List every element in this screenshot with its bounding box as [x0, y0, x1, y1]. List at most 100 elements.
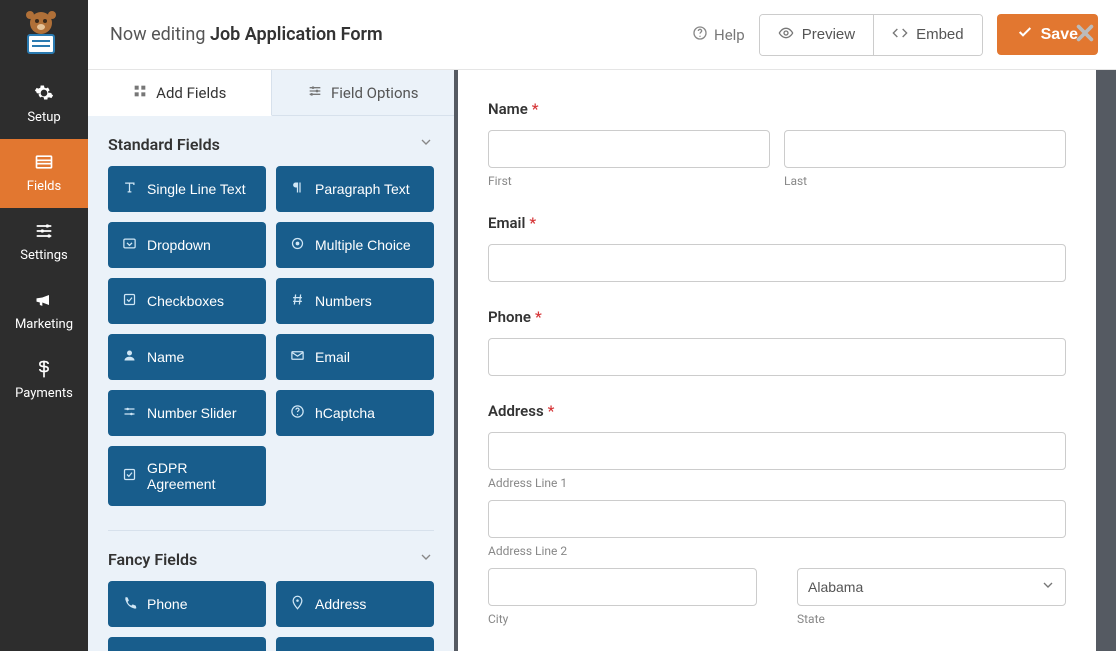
person-icon — [122, 348, 137, 366]
text-icon — [122, 180, 137, 198]
field-button-numbers[interactable]: Numbers — [276, 278, 434, 324]
check-icon — [122, 467, 137, 485]
sidebar-label: Fields — [27, 179, 61, 194]
field-button-dropdown[interactable]: Dropdown — [108, 222, 266, 268]
field-button-file-upload[interactable]: File Upload — [276, 637, 434, 651]
sidebar-item-fields[interactable]: Fields — [0, 139, 88, 208]
field-button-label: Paragraph Text — [315, 181, 410, 197]
field-button-single-line-text[interactable]: Single Line Text — [108, 166, 266, 212]
sublabel-first: First — [488, 174, 770, 188]
phone-input[interactable] — [488, 338, 1066, 376]
main-sidebar: Setup Fields Settings Marketing Payments — [0, 0, 88, 651]
sidebar-label: Marketing — [15, 317, 73, 332]
field-button-label: Multiple Choice — [315, 237, 411, 253]
field-button-name[interactable]: Name — [108, 334, 266, 380]
sidebar-item-settings[interactable]: Settings — [0, 208, 88, 277]
field-address[interactable]: Address * Address Line 1 Address Line 2 … — [488, 402, 1066, 626]
check-icon — [1017, 24, 1033, 45]
paragraph-icon — [290, 180, 305, 198]
chevron-down-icon — [418, 549, 434, 569]
field-button-label: Address — [315, 596, 366, 612]
field-button-label: Checkboxes — [147, 293, 224, 309]
sidebar-item-payments[interactable]: Payments — [0, 346, 88, 415]
field-name[interactable]: Name * First Last — [488, 100, 1066, 188]
sidebar-label: Payments — [15, 386, 73, 401]
required-indicator: * — [532, 100, 539, 118]
first-name-input[interactable] — [488, 130, 770, 168]
field-button-multiple-choice[interactable]: Multiple Choice — [276, 222, 434, 268]
section-standard-fields[interactable]: Standard Fields — [108, 116, 434, 166]
field-button-number-slider[interactable]: Number Slider — [108, 390, 266, 436]
email-input[interactable] — [488, 244, 1066, 282]
last-name-input[interactable] — [784, 130, 1066, 168]
tab-field-options[interactable]: Field Options — [272, 70, 455, 116]
help-icon — [692, 25, 708, 45]
field-button-label: hCaptcha — [315, 405, 375, 421]
field-button-label: Single Line Text — [147, 181, 246, 197]
required-indicator: * — [548, 402, 555, 420]
required-indicator: * — [535, 308, 542, 326]
address-line2-input[interactable] — [488, 500, 1066, 538]
embed-button[interactable]: Embed — [873, 15, 982, 55]
sidebar-item-marketing[interactable]: Marketing — [0, 277, 88, 346]
pin-icon — [290, 595, 305, 613]
preview-embed-group: Preview Embed — [759, 14, 983, 56]
field-button-label: Number Slider — [147, 405, 236, 421]
field-button-email[interactable]: Email — [276, 334, 434, 380]
field-button-label: Dropdown — [147, 237, 211, 253]
section-fancy-fields[interactable]: Fancy Fields — [108, 531, 434, 581]
sublabel-city: City — [488, 612, 757, 626]
eye-icon — [778, 25, 794, 45]
field-button-paragraph-text[interactable]: Paragraph Text — [276, 166, 434, 212]
envelope-icon — [290, 348, 305, 366]
topbar: Now editing Job Application Form Help Pr… — [88, 0, 1116, 70]
help-icon — [290, 404, 305, 422]
scrollbar[interactable] — [1096, 70, 1116, 651]
city-input[interactable] — [488, 568, 757, 606]
hash-icon — [290, 292, 305, 310]
bullhorn-icon — [33, 289, 55, 311]
slider-icon — [122, 404, 137, 422]
field-button-address[interactable]: Address — [276, 581, 434, 627]
field-button-gdpr-agreement[interactable]: GDPR Agreement — [108, 446, 266, 506]
field-button-label: GDPR Agreement — [147, 460, 252, 492]
dropdown-icon — [122, 236, 137, 254]
chevron-down-icon — [418, 134, 434, 154]
preview-button[interactable]: Preview — [760, 15, 873, 55]
gear-icon — [33, 82, 55, 104]
fields-panel: Add Fields Field Options Standard Fields… — [88, 70, 458, 651]
field-button-date-time[interactable]: Date / Time — [108, 637, 266, 651]
field-phone[interactable]: Phone * — [488, 308, 1066, 376]
field-button-phone[interactable]: Phone — [108, 581, 266, 627]
check-icon — [122, 292, 137, 310]
sublabel-line2: Address Line 2 — [488, 544, 1066, 558]
code-icon — [892, 25, 908, 45]
required-indicator: * — [529, 214, 536, 232]
close-button[interactable] — [1074, 22, 1096, 48]
field-button-checkboxes[interactable]: Checkboxes — [108, 278, 266, 324]
tab-add-fields[interactable]: Add Fields — [88, 70, 272, 116]
help-link[interactable]: Help — [692, 25, 745, 45]
field-email[interactable]: Email * — [488, 214, 1066, 282]
field-button-hcaptcha[interactable]: hCaptcha — [276, 390, 434, 436]
sidebar-label: Settings — [20, 248, 67, 263]
sidebar-item-setup[interactable]: Setup — [0, 70, 88, 139]
sublabel-last: Last — [784, 174, 1066, 188]
state-select[interactable]: Alabama — [797, 568, 1066, 606]
radio-icon — [290, 236, 305, 254]
sidebar-label: Setup — [27, 110, 60, 125]
field-button-label: Numbers — [315, 293, 372, 309]
field-button-label: Email — [315, 349, 350, 365]
grid-icon — [33, 151, 55, 173]
dollar-icon — [33, 358, 55, 380]
address-line1-input[interactable] — [488, 432, 1066, 470]
sliders-icon — [33, 220, 55, 242]
sublabel-state: State — [797, 612, 1066, 626]
page-title: Now editing Job Application Form — [110, 24, 383, 45]
form-preview: Name * First Last — [458, 70, 1116, 651]
field-button-label: Phone — [147, 596, 187, 612]
phone-icon — [122, 595, 137, 613]
sliders-small-icon — [307, 83, 323, 103]
field-button-label: Name — [147, 349, 184, 365]
app-logo — [14, 8, 68, 56]
